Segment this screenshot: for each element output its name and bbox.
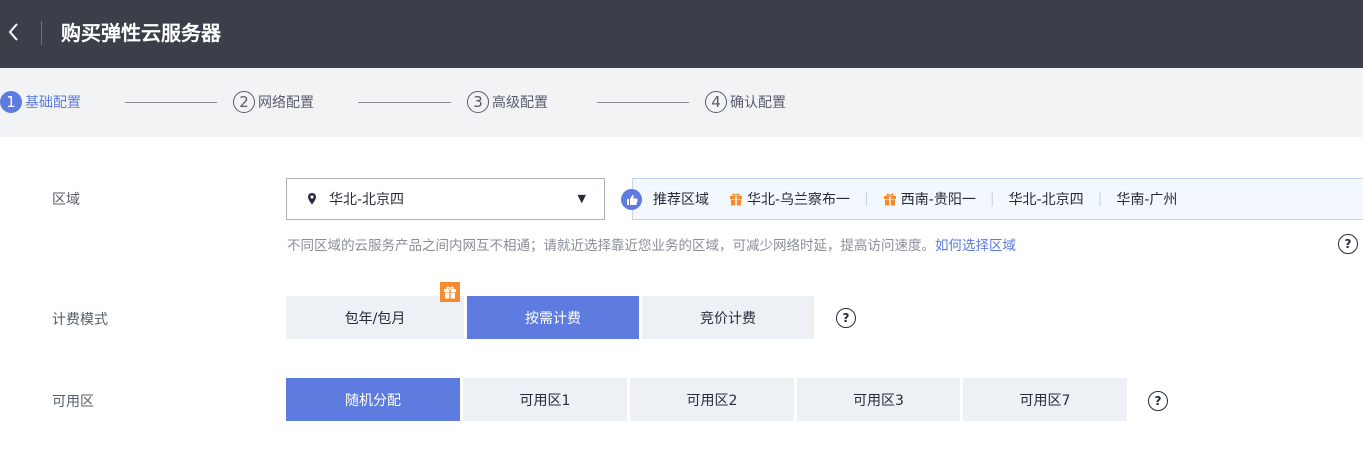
recommended-region-name: 华南-广州 [1116, 192, 1178, 208]
billing-option-spot[interactable]: 竞价计费 [642, 296, 814, 339]
step-connector [358, 102, 451, 103]
region-selected-value: 华北-北京四 [329, 192, 405, 208]
step-4[interactable]: 4 确认配置 [705, 89, 786, 115]
back-chevron-icon[interactable] [6, 20, 28, 46]
step-4-label: 确认配置 [730, 95, 786, 111]
recommended-title: 推荐区域 [653, 192, 709, 208]
thumbs-up-icon [621, 189, 642, 210]
az-option-random[interactable]: 随机分配 [286, 378, 460, 421]
recommended-region-name: 华北-乌兰察布一 [747, 192, 851, 208]
billing-mode-label: 计费模式 [52, 312, 108, 328]
step-connector [125, 102, 217, 103]
az-option-az2[interactable]: 可用区2 [630, 378, 794, 421]
dropdown-caret-icon: ▼ [577, 192, 586, 205]
step-4-number: 4 [705, 91, 727, 113]
separator: | [1097, 191, 1103, 207]
availability-zone-label: 可用区 [52, 394, 94, 410]
step-connector [597, 102, 689, 103]
billing-option-yearly-monthly[interactable]: 包年/包月 [286, 296, 464, 339]
billing-help-icon[interactable]: ? [836, 308, 856, 328]
recommended-region-option[interactable]: 华北-乌兰察布一 [729, 189, 850, 209]
region-hint-text: 不同区域的云服务产品之间内网互不相通；请就近选择靠近您业务的区域，可减少网络时延… [287, 238, 935, 254]
top-bar: 购买弹性云服务器 [0, 0, 1363, 68]
how-to-choose-region-link[interactable]: 如何选择区域 [935, 238, 1016, 254]
recommended-regions: 推荐区域 华北-乌兰察布一 | 西南-贵阳一 | 华北-北京四 | 华南-广州 [621, 178, 1363, 220]
az-option-az3[interactable]: 可用区3 [797, 378, 960, 421]
gift-icon [730, 193, 742, 206]
step-1-number: 1 [0, 91, 22, 113]
step-3-number: 3 [467, 91, 489, 113]
az-option-az7[interactable]: 可用区7 [963, 378, 1127, 421]
separator: | [864, 191, 869, 207]
recommended-region-option[interactable]: 西南-贵阳一 [883, 189, 976, 209]
step-2-label: 网络配置 [258, 95, 314, 111]
billing-option-on-demand[interactable]: 按需计费 [467, 296, 639, 339]
page-title: 购买弹性云服务器 [61, 21, 221, 45]
region-help-icon[interactable]: ? [1338, 234, 1358, 254]
header-divider [41, 21, 42, 45]
location-pin-icon [308, 193, 316, 205]
recommended-region-name: 华北-北京四 [1008, 192, 1084, 208]
step-1[interactable]: 1 基础配置 [0, 89, 81, 115]
gift-icon [883, 193, 896, 206]
step-3[interactable]: 3 高级配置 [467, 89, 548, 115]
step-2[interactable]: 2 网络配置 [233, 89, 314, 115]
separator: | [989, 191, 995, 207]
recommended-region-name: 西南-贵阳一 [900, 192, 976, 208]
step-3-label: 高级配置 [492, 95, 548, 111]
recommended-region-option[interactable]: 华北-北京四 [1009, 189, 1084, 209]
region-label: 区域 [52, 192, 80, 208]
recommended-region-option[interactable]: 华南-广州 [1116, 189, 1177, 209]
region-select[interactable]: 华北-北京四 ▼ [286, 178, 605, 220]
step-2-number: 2 [233, 91, 255, 113]
az-option-az1[interactable]: 可用区1 [463, 378, 627, 421]
step-1-label: 基础配置 [25, 95, 81, 111]
az-help-icon[interactable]: ? [1148, 391, 1168, 411]
gift-badge-icon [440, 282, 460, 302]
region-hint: 不同区域的云服务产品之间内网互不相通；请就近选择靠近您业务的区域，可减少网络时延… [287, 234, 1016, 254]
